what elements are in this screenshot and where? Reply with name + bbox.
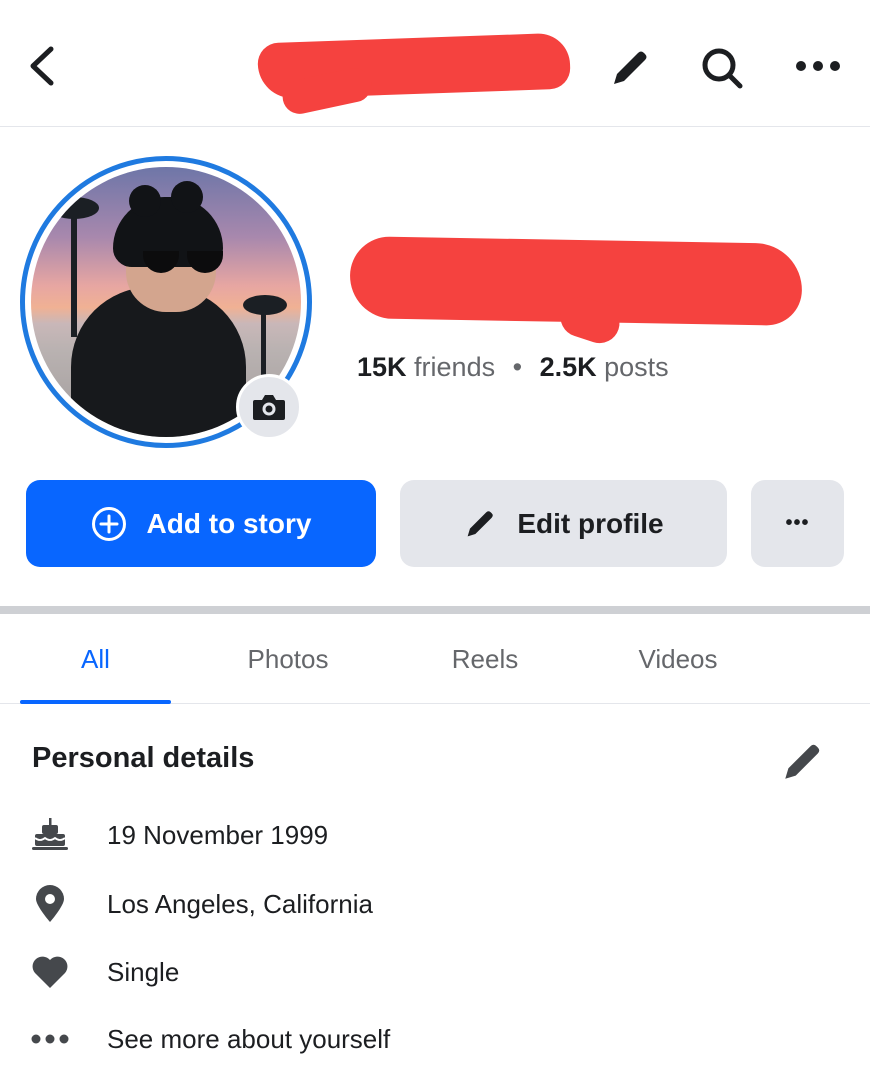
edit-profile-button[interactable]: Edit profile <box>400 480 727 567</box>
edit-profile-label: Edit profile <box>517 507 664 539</box>
search-icon <box>702 48 743 89</box>
friends-label[interactable]: friends <box>414 352 495 382</box>
posts-label[interactable]: posts <box>604 352 669 382</box>
detail-relationship: Single <box>0 944 870 1000</box>
tab-reels[interactable]: Reels <box>410 614 560 704</box>
more-horizontal-icon <box>796 61 840 71</box>
active-tab-indicator <box>20 700 171 704</box>
stats-separator: • <box>512 352 523 382</box>
add-circle-icon <box>91 506 127 542</box>
profile-stats: 15K friends • 2.5K posts <box>357 352 669 383</box>
tab-videos[interactable]: Videos <box>603 614 753 704</box>
add-to-story-label: Add to story <box>146 507 312 539</box>
birthday-text: 19 November 1999 <box>107 820 329 850</box>
edit-button[interactable] <box>604 42 656 94</box>
chevron-left-icon <box>30 46 54 86</box>
search-button[interactable] <box>694 40 750 96</box>
detail-birthday: 19 November 1999 <box>0 807 870 863</box>
change-photo-button[interactable] <box>236 374 302 440</box>
birthday-cake-icon <box>26 813 74 857</box>
detail-location: Los Angeles, California <box>0 876 870 932</box>
profile-more-button[interactable]: ••• <box>751 480 844 567</box>
relationship-text: Single <box>107 957 180 987</box>
tab-all[interactable]: All <box>20 614 171 704</box>
see-more-text[interactable]: See more about yourself <box>107 1024 390 1055</box>
camera-icon <box>253 395 285 420</box>
add-to-story-button[interactable]: Add to story <box>26 480 376 567</box>
edit-details-button[interactable] <box>772 734 832 790</box>
top-bar <box>0 0 870 127</box>
section-divider <box>0 606 870 614</box>
personal-details-title: Personal details <box>32 742 255 774</box>
profile-tabs: All Photos Reels Videos <box>0 614 870 704</box>
location-pin-icon <box>26 882 74 926</box>
pencil-icon <box>614 51 647 84</box>
back-button[interactable] <box>18 40 66 92</box>
more-options-button[interactable] <box>790 42 846 90</box>
more-horizontal-icon: ••• <box>785 512 810 534</box>
more-horizontal-icon <box>26 1017 74 1061</box>
location-text: Los Angeles, California <box>107 889 373 919</box>
tab-photos[interactable]: Photos <box>213 614 363 704</box>
heart-icon <box>26 950 74 994</box>
pencil-icon <box>785 744 820 779</box>
pencil-icon <box>463 507 497 541</box>
friends-count: 15K <box>357 352 407 382</box>
detail-see-more[interactable]: See more about yourself <box>0 1011 870 1067</box>
posts-count: 2.5K <box>539 352 597 382</box>
